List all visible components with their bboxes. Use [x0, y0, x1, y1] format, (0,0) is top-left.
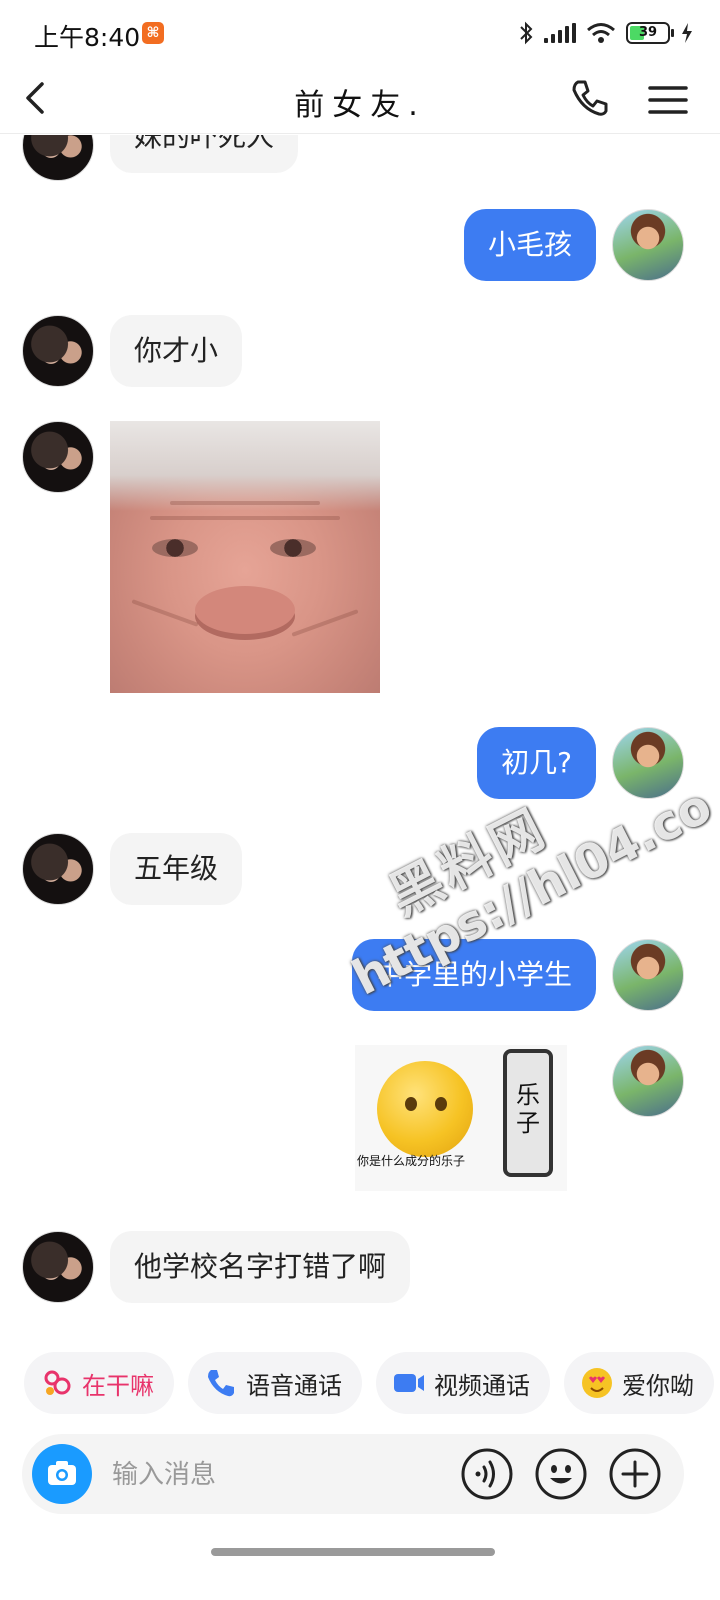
- chat-messages[interactable]: 妹的吓死人 小毛孩 你才小 初几? 五年级 中学里的小学生 乐子 你是什么成分的…: [0, 135, 720, 1340]
- status-time: 上午8:40: [34, 23, 141, 52]
- quick-action-label: 语音通话: [246, 1371, 342, 1400]
- chat-header: 前女友.: [0, 64, 720, 134]
- thinking-emoji-icon: [377, 1061, 473, 1157]
- phone-call-icon[interactable]: [568, 76, 612, 120]
- camera-icon: [48, 1461, 76, 1485]
- message-bubble[interactable]: 妹的吓死人: [110, 135, 299, 173]
- my-avatar[interactable]: [612, 939, 684, 1011]
- heart-eyes-icon: [582, 1368, 612, 1398]
- my-avatar[interactable]: [612, 727, 684, 799]
- message-bubble[interactable]: 中学里的小学生: [351, 939, 596, 1011]
- contact-avatar[interactable]: [22, 833, 94, 905]
- meme-phone-text: 乐子: [516, 1081, 540, 1137]
- meme-caption: 你是什么成分的乐子: [357, 1154, 466, 1168]
- phone-icon: [208, 1370, 234, 1397]
- status-icons: 39: [518, 20, 694, 46]
- old-face-meme-image[interactable]: [110, 421, 380, 693]
- contact-avatar[interactable]: [22, 135, 94, 181]
- message-bubble[interactable]: 他学校名字打错了啊: [110, 1231, 411, 1303]
- message-bubble[interactable]: 初几?: [477, 727, 596, 799]
- quick-action-what-doing[interactable]: 在干嘛: [24, 1352, 174, 1414]
- menu-icon[interactable]: [646, 78, 690, 122]
- quick-action-video-call[interactable]: 视频通话: [376, 1352, 550, 1414]
- message-bubble[interactable]: 小毛孩: [463, 209, 596, 281]
- message-composer: 输入消息: [22, 1434, 684, 1514]
- contact-name[interactable]: 前女友.: [0, 80, 720, 124]
- emoji-phone-meme-image[interactable]: 乐子 你是什么成分的乐子: [355, 1045, 567, 1191]
- charging-icon: [682, 23, 692, 43]
- sparkle-icon: [44, 1370, 71, 1395]
- quick-action-voice-call[interactable]: 语音通话: [188, 1352, 362, 1414]
- contact-avatar[interactable]: [22, 1231, 94, 1303]
- app-notification-icon: ⌘: [142, 22, 164, 44]
- my-avatar[interactable]: [612, 209, 684, 281]
- bluetooth-icon: [520, 21, 533, 45]
- home-indicator[interactable]: [211, 1548, 495, 1556]
- add-icon[interactable]: [608, 1447, 662, 1501]
- message-bubble[interactable]: 五年级: [110, 833, 243, 905]
- message-bubble[interactable]: 你才小: [110, 315, 243, 387]
- quick-action-label: 爱你呦: [622, 1371, 694, 1400]
- camera-button[interactable]: [32, 1444, 92, 1504]
- status-bar: 上午8:40 ⌘ 39: [0, 0, 720, 64]
- contact-avatar[interactable]: [22, 315, 94, 387]
- emoji-icon[interactable]: [534, 1447, 588, 1501]
- wifi-icon: [587, 23, 615, 43]
- message-input[interactable]: 输入消息: [112, 1454, 216, 1491]
- battery-level: 39: [638, 25, 658, 40]
- video-icon: [394, 1374, 424, 1392]
- quick-action-label: 视频通话: [434, 1371, 530, 1400]
- battery-icon: 39: [626, 22, 674, 44]
- my-avatar[interactable]: [612, 1045, 684, 1117]
- voice-input-icon[interactable]: [460, 1447, 514, 1501]
- signal-icon: [544, 23, 576, 43]
- quick-action-love-you[interactable]: 爱你呦: [564, 1352, 714, 1414]
- contact-avatar[interactable]: [22, 421, 94, 493]
- quick-actions: 在干嘛 语音通话 视频通话 爱你呦: [24, 1352, 714, 1416]
- quick-action-label: 在干嘛: [82, 1371, 154, 1400]
